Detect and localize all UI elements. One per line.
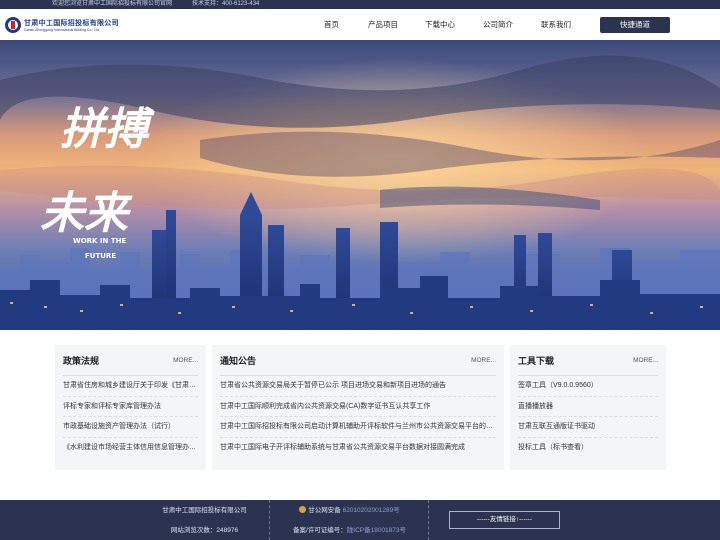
nav-item-contact[interactable]: 联系我们	[541, 9, 571, 40]
tools-more-link[interactable]: MORE...	[633, 357, 658, 364]
list-item[interactable]: 甘肃省公共资源交易局关于暂停已公示 项目进场交易和新项目进场的通告	[220, 375, 496, 396]
police-record-label: 甘公网安备	[308, 507, 341, 514]
tools-panel: 工具下载 MORE... 签章工具（V9.0.0.9560） 直播播放器 甘肃互…	[510, 345, 666, 470]
visit-count-value: 248976	[216, 527, 239, 534]
tools-panel-title: 工具下载	[518, 355, 555, 366]
police-record-link[interactable]: 62010202001289号	[343, 507, 400, 514]
list-item[interactable]: 直播播放器	[518, 395, 658, 417]
nav-item-home[interactable]: 首页	[324, 9, 339, 40]
icp-record-link[interactable]: 陇ICP备18001873号	[347, 527, 406, 534]
footer-company-info: 甘肃中工国际招投标有限公司 网站浏览次数：248976	[140, 500, 270, 540]
banner-city-skyline-image: 拼搏 未来 WORK IN THE FUTURE	[0, 40, 720, 330]
footer-company-name: 甘肃中工国际招投标有限公司	[162, 507, 247, 514]
support-hotline: 技术支持：400-6123-434	[192, 1, 260, 7]
site-header: 甘肃中工国际招投标有限公司 Gansu Zhonggong Internatio…	[0, 9, 720, 40]
police-badge-icon	[299, 506, 307, 513]
list-item[interactable]: 甘肃中工国际电子开评标辅助系统与甘肃省公共资源交易平台数据对接圆满完成	[220, 436, 496, 458]
visit-count-label: 网站浏览次数：	[170, 527, 217, 534]
tools-panel-header: 工具下载 MORE...	[518, 345, 658, 375]
quick-access-button[interactable]: 快捷通道	[600, 17, 670, 33]
policy-panel-title: 政策法规	[63, 355, 100, 366]
list-item[interactable]: 市政基础设施资产管理办法（试行）	[63, 416, 198, 437]
policy-list: 甘肃省住房和城乡建设厅关于印发《甘肃省建设工程招标投标管理办法》的通知 评标专家…	[63, 375, 198, 457]
nav-item-products[interactable]: 产品项目	[368, 9, 398, 40]
logo-en-name: Gansu Zhonggong International Bidding Co…	[24, 28, 101, 32]
notice-panel-title: 通知公告	[220, 355, 257, 366]
tools-list: 签章工具（V9.0.0.9560） 直播播放器 甘肃互联互通版证书驱动 投标工具…	[518, 375, 658, 457]
list-item[interactable]: 甘肃中工国际顺利完成省内公共资源交易(CA)数字证书互认共享工作	[220, 395, 496, 417]
list-item[interactable]: 甘肃中工国际招投标有限公司启动计算机辅助开评标软件与兰州市公共资源交易平台的数据…	[220, 416, 496, 437]
banner-slogan-line-1: 拼搏	[60, 104, 155, 155]
nav-item-about[interactable]: 公司简介	[483, 9, 513, 40]
list-item[interactable]: 《水利建设市场经营主体信用信息管理办法》	[63, 436, 198, 458]
policy-more-link[interactable]: MORE...	[173, 357, 198, 364]
footer-icp-record: 备案/许可证编号：陇ICP备18001873号	[271, 520, 428, 540]
top-info-bar: 欢迎您浏览甘肃中工国际招投标有限公司官网 技术支持：400-6123-434	[0, 0, 720, 9]
logo-emblem-icon	[5, 17, 21, 33]
list-item[interactable]: 签章工具（V9.0.0.9560）	[518, 375, 658, 396]
list-item[interactable]: 甘肃互联互通版证书驱动	[518, 416, 658, 437]
list-item[interactable]: 投标工具（标书查看）	[518, 436, 658, 458]
policy-panel: 政策法规 MORE... 甘肃省住房和城乡建设厅关于印发《甘肃省建设工程招标投标…	[55, 345, 206, 470]
banner-slogan-en-2: FUTURE	[85, 252, 116, 260]
notice-panel: 通知公告 MORE... 甘肃省公共资源交易局关于暂停已公示 项目进场交易和新项…	[212, 345, 504, 470]
footer-police-record: 甘公网安备 62010202001289号	[271, 500, 428, 520]
icp-label: 备案/许可证编号：	[292, 527, 347, 534]
banner-slogan-en-1: WORK IN THE	[73, 237, 126, 245]
footer-registration-info: 甘公网安备 62010202001289号 备案/许可证编号：陇ICP备1800…	[271, 500, 429, 540]
site-footer: 甘肃中工国际招投标有限公司 网站浏览次数：248976 甘公网安备 620102…	[0, 500, 720, 540]
company-logo[interactable]: 甘肃中工国际招投标有限公司 Gansu Zhonggong Internatio…	[5, 16, 123, 34]
list-item[interactable]: 甘肃省住房和城乡建设厅关于印发《甘肃省建设工程招标投标管理办法》的通知	[63, 375, 198, 396]
policy-panel-header: 政策法规 MORE...	[63, 345, 198, 375]
banner-slogan-line-2: 未来	[40, 188, 133, 239]
logo-cn-name: 甘肃中工国际招投标有限公司	[24, 18, 119, 27]
friendly-links-select[interactable]: ------友情链接↑------	[449, 511, 560, 529]
footer-visit-count: 网站浏览次数：248976	[140, 520, 269, 540]
welcome-text: 欢迎您浏览甘肃中工国际招投标有限公司官网	[52, 1, 173, 7]
notice-list: 甘肃省公共资源交易局关于暂停已公示 项目进场交易和新项目进场的通告 甘肃中工国际…	[220, 375, 496, 457]
notice-panel-header: 通知公告 MORE...	[220, 345, 496, 375]
hero-banner: 拼搏 未来 WORK IN THE FUTURE	[0, 40, 720, 330]
logo-text: 甘肃中工国际招投标有限公司 Gansu Zhonggong Internatio…	[24, 18, 119, 32]
notice-more-link[interactable]: MORE...	[471, 357, 496, 364]
nav-item-downloads[interactable]: 下载中心	[425, 9, 455, 40]
list-item[interactable]: 评标专家和评标专家库管理办法	[63, 395, 198, 417]
